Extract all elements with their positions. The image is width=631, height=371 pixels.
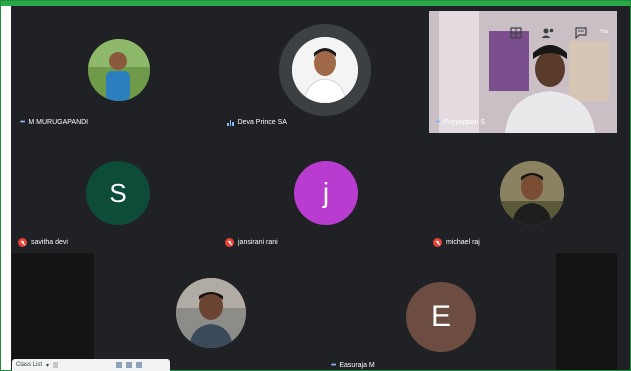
people-button[interactable] (537, 23, 559, 43)
people-icon (541, 28, 554, 38)
participant-tile-savitha[interactable]: S savitha devi (12, 133, 217, 253)
speaking-dots-icon: ••• (435, 119, 440, 126)
participant-name: ••• M MURUGAPANDI (20, 119, 89, 126)
mic-off-icon (18, 238, 27, 247)
mic-off-icon (433, 238, 442, 247)
participant-tile-easuraja[interactable]: E ••• Easuraja M (327, 253, 556, 370)
avatar-photo (500, 161, 564, 225)
participant-name: jansirani rani (225, 238, 278, 247)
participant-name: ••• Poyyappan S (435, 119, 486, 126)
person-photo-icon (500, 161, 564, 225)
black-filler-right (556, 253, 617, 370)
participant-name: Deva Prince SA (227, 119, 287, 126)
chevron-down-icon[interactable]: ▾ (46, 362, 49, 369)
speaking-dots-icon: ••• (331, 362, 336, 369)
avatar-initial: S (86, 161, 150, 225)
class-list-bar[interactable]: Class List ▾ (12, 359, 170, 371)
participant-tile-poyyappan[interactable]: You ••• Poyyappan S (429, 11, 617, 133)
participant-tile-row3-left[interactable] (94, 253, 327, 370)
edit-icon[interactable] (116, 362, 122, 368)
file-icon (53, 362, 59, 368)
black-filler-left (12, 253, 94, 370)
participant-tile-michael[interactable]: michael raj (427, 133, 617, 253)
participant-name: ••• Easuraja M (331, 362, 375, 369)
person-photo-icon (88, 39, 150, 101)
avatar-photo (88, 39, 150, 101)
left-edge-strip (1, 6, 11, 370)
self-view-thumb-label: You (600, 29, 609, 35)
speaking-dots-icon: ••• (20, 119, 25, 126)
avatar-initial: j (294, 161, 358, 225)
chat-icon (575, 27, 587, 39)
person-photo-icon (292, 37, 358, 103)
person-photo-icon (176, 278, 246, 348)
avatar-photo (176, 278, 246, 348)
audio-wave-icon (227, 119, 234, 126)
window-top-bar (1, 1, 630, 6)
mic-off-icon (225, 238, 234, 247)
chat-button[interactable] (570, 23, 592, 43)
grid-icon (510, 27, 522, 39)
grid-toggle-button[interactable] (505, 23, 527, 43)
settings-icon[interactable] (136, 362, 142, 368)
document-icon[interactable] (126, 362, 132, 368)
participant-tile-murugapandi[interactable]: ••• M MURUGAPANDI (12, 11, 217, 133)
participant-tile-deva-prince[interactable]: Deva Prince SA (217, 11, 427, 133)
avatar-ring (279, 24, 371, 116)
participant-name: michael raj (433, 238, 480, 247)
avatar-photo (292, 37, 358, 103)
participant-tile-jansirani[interactable]: j jansirani rani (217, 133, 427, 253)
avatar-initial: E (406, 282, 476, 352)
meeting-window: ••• M MURUGAPANDI Deva Prince SA You •••… (0, 0, 631, 371)
participant-name: savitha devi (18, 238, 68, 247)
